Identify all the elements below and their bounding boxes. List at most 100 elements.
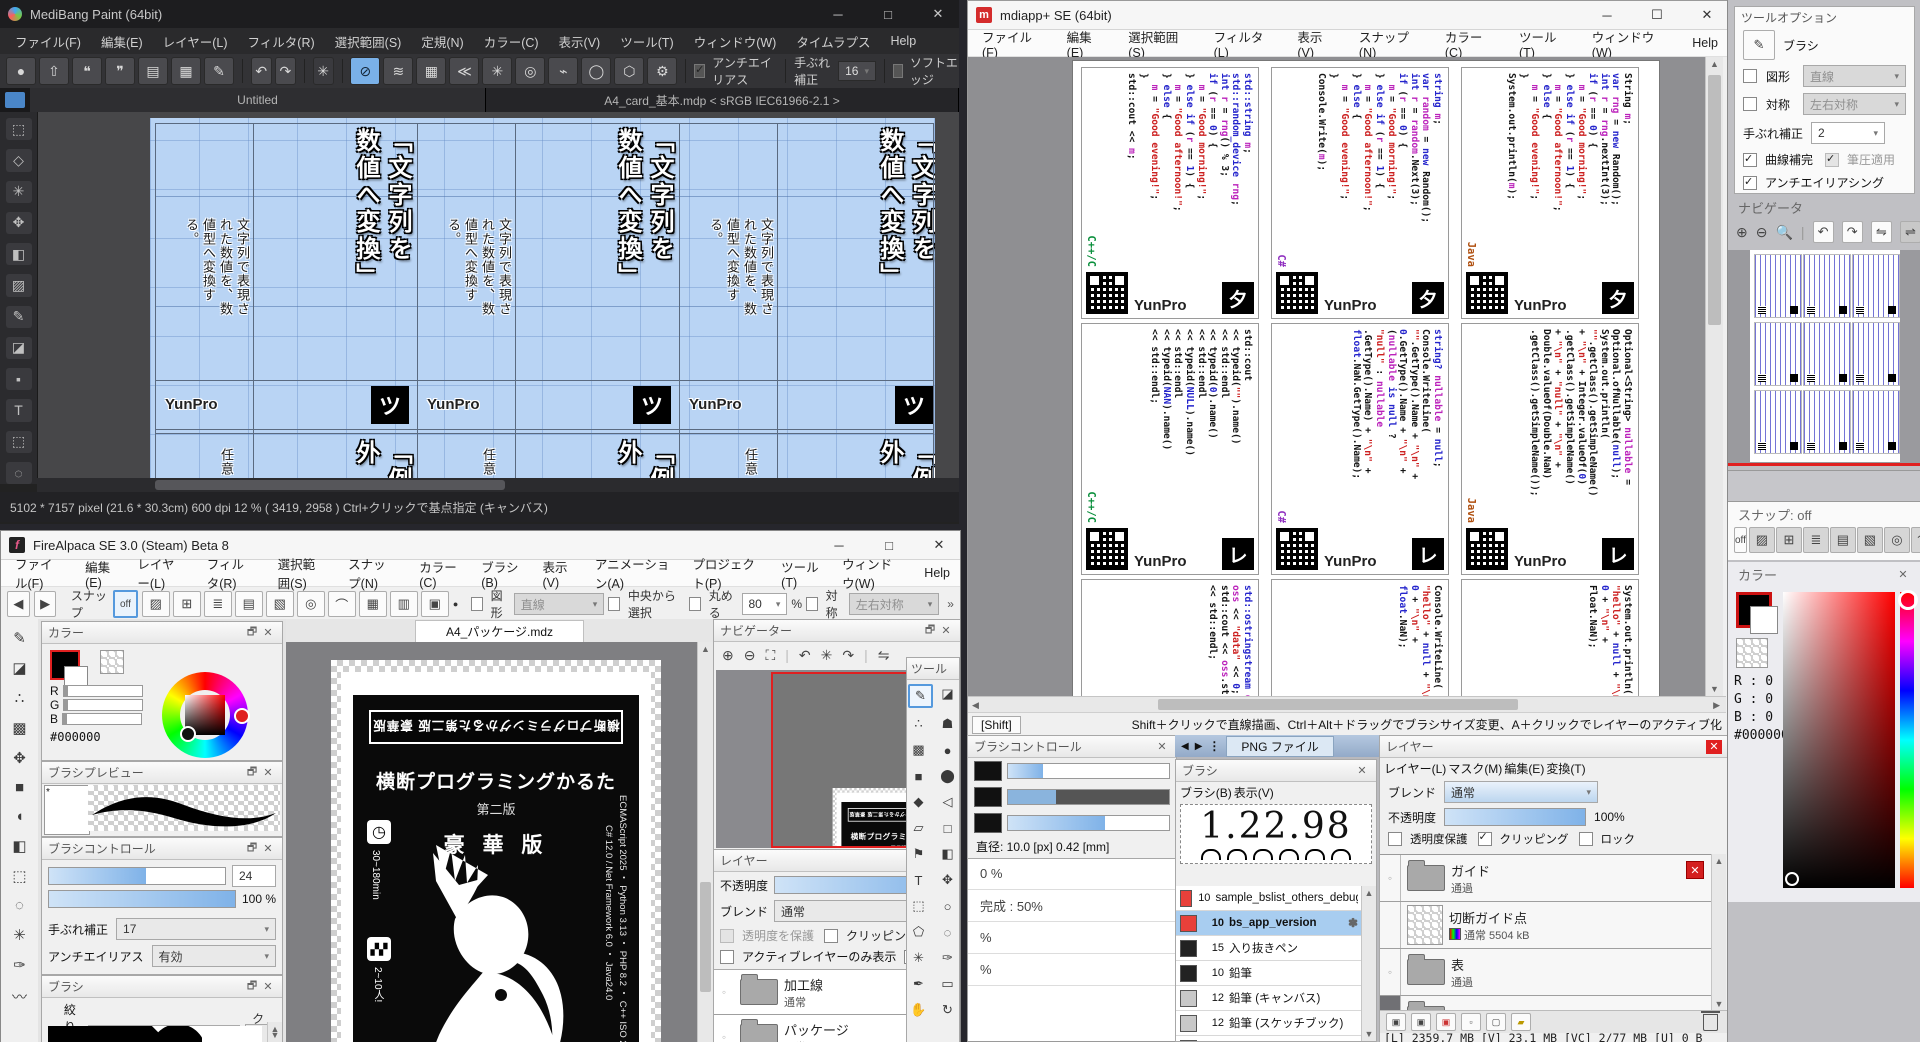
side-tool-icon[interactable]: ✳ xyxy=(13,926,26,944)
snap-parallel-icon[interactable]: ≋ xyxy=(383,57,413,85)
tab-untitled[interactable]: Untitled xyxy=(30,88,486,112)
snap-icon[interactable]: ◎ xyxy=(297,591,325,617)
clipping-checkbox[interactable] xyxy=(1478,832,1492,846)
snap-icon[interactable]: ⌒ xyxy=(1911,527,1920,553)
brush-list-item[interactable]: 10 鉛筆 ✽ xyxy=(1176,961,1362,986)
side-tool-icon[interactable]: ◌ xyxy=(6,462,32,484)
snap-off-button[interactable]: off xyxy=(1734,527,1747,553)
shape-checkbox[interactable] xyxy=(1743,69,1757,83)
close-icon[interactable]: ✕ xyxy=(938,624,954,638)
toolbar-icon[interactable]: ❞ xyxy=(105,57,135,85)
menu-item[interactable]: ファイル(F) xyxy=(5,550,73,596)
menu-item[interactable]: Help xyxy=(914,562,960,584)
prev-icon[interactable]: ◀ xyxy=(7,591,30,617)
maximize-button[interactable]: □ xyxy=(867,0,909,28)
sv-square[interactable] xyxy=(1783,592,1895,888)
min-size-slider[interactable] xyxy=(1007,789,1170,805)
redo-icon[interactable]: ↷ xyxy=(275,57,296,85)
g-slider[interactable] xyxy=(63,699,143,711)
symmetry-checkbox[interactable] xyxy=(806,597,818,611)
doc-tab[interactable]: A4_パッケージ.mdz xyxy=(415,620,584,642)
minimize-button[interactable]: ─ xyxy=(817,0,859,28)
brush-size-value[interactable]: 24 xyxy=(232,865,276,887)
tab-a4-card[interactable]: A4_card_基本.mdp < sRGB IEC61966-2.1 > xyxy=(486,88,959,112)
snap-icon[interactable]: ▨ xyxy=(1749,527,1775,553)
tool-icon[interactable]: ○ xyxy=(937,896,958,916)
tool-icon[interactable]: T xyxy=(908,870,929,890)
hidden-flag-icon[interactable]: ✕ xyxy=(1686,861,1704,879)
snap-3d-icon[interactable]: ⬡ xyxy=(614,57,644,85)
tool-icon[interactable]: □ xyxy=(937,818,958,838)
brush-list-item[interactable]: 12 鉛筆 (スケッチブック) ✽ xyxy=(1176,1011,1362,1036)
popout-icon[interactable]: 🗗 xyxy=(244,842,260,856)
close-icon[interactable]: ✕ xyxy=(1154,740,1170,754)
brush-list-item[interactable]: 8.5 消しゴム ✽ xyxy=(1176,1036,1362,1041)
hue-bar[interactable] xyxy=(1900,592,1914,888)
active-only-checkbox[interactable] xyxy=(720,950,734,964)
brush-list-item[interactable]: 12 鉛筆 (キャンバス) ✽ xyxy=(1176,986,1362,1011)
zoom-out-icon[interactable]: ⊖ xyxy=(1756,224,1768,241)
b-slider[interactable] xyxy=(62,713,142,725)
toolbar-icon[interactable]: ▦ xyxy=(171,57,201,85)
shape-checkbox[interactable] xyxy=(471,597,483,611)
round-checkbox[interactable] xyxy=(689,597,701,611)
spinner-icon[interactable]: ✳ xyxy=(313,57,334,85)
tool-icon[interactable]: ∴ xyxy=(908,714,929,734)
layer-row[interactable]: 言語ラベル xyxy=(1380,996,1712,1011)
snap-grid-icon[interactable]: ▦ xyxy=(416,57,446,85)
tool-icon[interactable]: ◁ xyxy=(937,792,958,812)
layer-list-scrollbar[interactable]: ▲▼ xyxy=(1711,854,1726,1011)
snap-radial-icon[interactable]: ✳ xyxy=(482,57,512,85)
toolbar-icon[interactable]: ● xyxy=(6,57,36,85)
brush-list-scrollbar[interactable]: ▲▼ xyxy=(1361,886,1376,1041)
tool-icon[interactable]: ✥ xyxy=(937,870,958,890)
side-tool-icon[interactable]: ✥ xyxy=(13,749,26,767)
zoom-fit-icon[interactable]: ⛶ xyxy=(765,647,775,664)
menu-item[interactable]: ツール(T) xyxy=(771,553,830,594)
next-icon[interactable]: ▶ xyxy=(34,591,57,617)
brush-menu[interactable]: ブラシ(B) xyxy=(1180,784,1232,801)
transparent-swatch[interactable] xyxy=(1736,638,1768,668)
brush-list-item[interactable]: 10 bs_app_version ✽ xyxy=(1176,911,1362,936)
lock-checkbox[interactable] xyxy=(1579,832,1593,846)
snap-icon[interactable]: ▤ xyxy=(1830,527,1856,553)
close-icon[interactable]: ✕ xyxy=(260,980,276,994)
stabilizer-select[interactable]: 16▾ xyxy=(838,61,876,81)
side-tool-icon[interactable]: 〰 xyxy=(12,986,27,1007)
layer-row[interactable]: ◦表通過 xyxy=(1380,949,1712,996)
menu-item[interactable]: フィルタ(R) xyxy=(197,550,266,596)
tool-icon[interactable]: ✒ xyxy=(908,974,929,994)
antialias-select[interactable]: 有効▾ xyxy=(152,945,276,967)
new-8bit-layer-icon[interactable]: ▫ xyxy=(1461,1013,1481,1031)
firealpaca-vscrollbar[interactable]: ▲ xyxy=(697,642,713,1042)
rotate-reset-icon[interactable]: ✳ xyxy=(821,647,833,664)
symmetry-checkbox[interactable] xyxy=(1743,97,1757,111)
tool-icon[interactable]: ◌ xyxy=(937,922,958,942)
tool-icon[interactable]: ✳ xyxy=(908,948,929,968)
tool-icon[interactable]: ■ xyxy=(908,766,929,786)
menu-item[interactable]: 編集(E) xyxy=(92,28,152,55)
snap-icon[interactable]: ▨ xyxy=(142,591,170,617)
flip-view-icon[interactable]: ⇌ xyxy=(1900,221,1920,243)
side-tool-icon[interactable]: ◖ xyxy=(15,808,24,825)
menu-item[interactable]: レイヤー(L) xyxy=(154,28,237,55)
mdiapp-vscrollbar[interactable]: ▲ ▼ xyxy=(1705,57,1723,696)
softedge-checkbox[interactable] xyxy=(893,64,903,78)
mdiapp-canvas[interactable]: std::string m;std::random_device rng;int… xyxy=(968,57,1705,696)
menu-item[interactable]: レイヤー(L) xyxy=(127,550,194,596)
side-tool-icon[interactable]: ◪ xyxy=(12,659,26,677)
menu-item[interactable]: ツール(T) xyxy=(611,28,682,55)
menu-item[interactable]: Help xyxy=(881,30,925,52)
navigator-viewport[interactable] xyxy=(1728,250,1920,466)
snap-icon[interactable]: ≣ xyxy=(1803,527,1829,553)
new-color-layer-icon[interactable]: ▣ xyxy=(1436,1013,1456,1031)
gear-icon[interactable]: ✽ xyxy=(1348,916,1358,930)
snap-concentric-icon[interactable]: ◎ xyxy=(515,57,545,85)
close-button[interactable]: ✕ xyxy=(1686,1,1728,29)
snap-icon[interactable]: ≣ xyxy=(204,591,232,617)
stabilizer-select[interactable]: 2▾ xyxy=(1811,122,1885,144)
new-folder-icon[interactable]: ▰ xyxy=(1511,1013,1531,1031)
tool-icon[interactable]: ▱ xyxy=(908,818,929,838)
toolbar-icon[interactable]: ⇧ xyxy=(39,57,69,85)
menu-item[interactable]: スナップ(N) xyxy=(338,550,407,596)
